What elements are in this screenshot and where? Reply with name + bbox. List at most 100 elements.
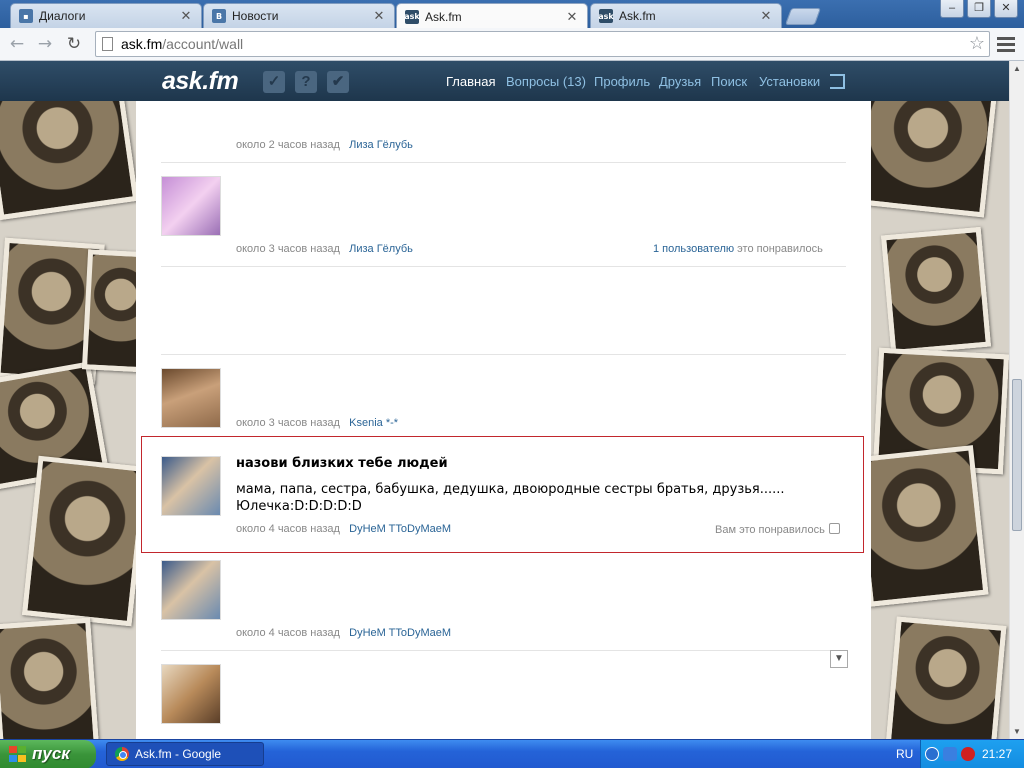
- tab-news[interactable]: B Новости ✕: [203, 3, 395, 28]
- nav-profile[interactable]: Профиль: [594, 74, 650, 89]
- taskbar-item-label: Ask.fm - Google Chrome: [135, 747, 222, 761]
- site-header: ask.fm ✓ ? ✔ Главная Вопросы (13) Профил…: [0, 61, 1009, 101]
- url-path: /account/wall: [162, 36, 244, 52]
- tab-title: Диалоги: [39, 9, 86, 23]
- answer-time: около 3 часов назад: [236, 243, 340, 255]
- avatar[interactable]: [161, 560, 221, 620]
- collage-photo: [885, 616, 1007, 739]
- answer-text-line2: Юлечка:D:D:D:D:D: [236, 499, 362, 514]
- likes-text: это понравилось: [734, 243, 823, 255]
- forward-arrow-icon[interactable]: →: [34, 33, 56, 55]
- tab-askfm[interactable]: ask Ask.fm ✕: [590, 3, 782, 28]
- scroll-up-icon[interactable]: ▲: [1010, 61, 1024, 76]
- avatar[interactable]: [161, 664, 221, 724]
- logo-text-end: fm: [208, 67, 239, 95]
- network-icon[interactable]: [943, 747, 957, 761]
- askfm-favicon-icon: ask: [598, 9, 614, 23]
- nav-friends[interactable]: Друзья: [659, 74, 701, 89]
- collage-photo: [871, 101, 998, 218]
- start-button[interactable]: пуск: [0, 740, 96, 768]
- background-collage-right: [871, 101, 1009, 739]
- tab-dialogs[interactable]: ▪ Диалоги ✕: [10, 3, 202, 28]
- page-scrollbar[interactable]: ▲ ▼: [1009, 61, 1024, 739]
- nav-home[interactable]: Главная: [446, 74, 495, 89]
- answer-text: мама, папа, сестра, бабушка, дедушка, дв…: [236, 482, 785, 497]
- antivirus-icon[interactable]: [961, 747, 975, 761]
- window-controls: – ❐ ✕: [940, 0, 1018, 18]
- answer-time: около 3 часов назад: [236, 417, 340, 429]
- back-arrow-icon[interactable]: ←: [6, 33, 28, 55]
- collage-photo: [21, 455, 136, 627]
- maximize-icon[interactable]: ❐: [967, 0, 991, 18]
- language-indicator[interactable]: RU: [896, 747, 913, 761]
- minimize-icon[interactable]: –: [940, 0, 964, 18]
- tab-title: Ask.fm: [425, 9, 462, 24]
- answer-time: около 4 часов назад: [236, 627, 340, 639]
- clock: 21:27: [982, 747, 1013, 761]
- close-tab-icon[interactable]: ✕: [372, 8, 386, 24]
- question-icon[interactable]: ?: [295, 71, 317, 93]
- close-tab-icon[interactable]: ✕: [565, 9, 579, 25]
- reload-icon[interactable]: ↻: [63, 33, 85, 55]
- answer-time: около 2 часов назад: [236, 139, 340, 151]
- wall-feed: около 2 часов назад Лиза Гёлубь около 3 …: [136, 101, 871, 739]
- browser-tab-strip: ▪ Диалоги ✕ B Новости ✕ ask Ask.fm ✕ ask…: [0, 0, 1024, 29]
- vk-chat-icon: ▪: [19, 9, 33, 23]
- answer-icon[interactable]: ✔: [327, 71, 349, 93]
- likes-users-link[interactable]: 1 пользователю: [653, 243, 734, 255]
- answer-meta: около 3 часов назад Ksenia *-*: [236, 417, 398, 429]
- thumbs-up-icon[interactable]: ✓: [263, 71, 285, 93]
- scroll-thumb[interactable]: [1012, 379, 1022, 531]
- author-link[interactable]: DyHeM TToDyMaeM: [349, 523, 451, 535]
- likes-info: Вам это понравилось: [715, 523, 840, 536]
- tab-title: Новости: [232, 9, 279, 23]
- close-tab-icon[interactable]: ✕: [179, 8, 193, 24]
- like-thumb-icon[interactable]: [828, 523, 840, 534]
- answer-meta: около 4 часов назад DyHeM TToDyMaeM: [236, 523, 451, 535]
- bookmark-star-icon[interactable]: ☆: [969, 33, 985, 54]
- answer-meta: около 3 часов назад Лиза Гёлубь: [236, 243, 413, 255]
- start-label: пуск: [32, 744, 70, 763]
- tab-title: Ask.fm: [619, 9, 656, 23]
- author-link[interactable]: Ksenia *-*: [349, 417, 398, 429]
- answer-meta: около 4 часов назад DyHeM TToDyMaeM: [236, 627, 451, 639]
- close-tab-icon[interactable]: ✕: [759, 8, 773, 24]
- windows-flag-icon: [9, 746, 27, 763]
- tab-askfm-active[interactable]: ask Ask.fm ✕: [396, 3, 588, 29]
- page-icon: [102, 37, 113, 51]
- likes-text: Вам это понравилось: [715, 524, 825, 536]
- tray-arrow-icon[interactable]: [925, 747, 939, 761]
- author-link[interactable]: Лиза Гёлубь: [349, 243, 413, 255]
- chrome-icon: [115, 747, 129, 761]
- new-tab-button[interactable]: [784, 8, 822, 25]
- collage-photo: [0, 617, 100, 739]
- nav-questions[interactable]: Вопросы (13): [506, 74, 586, 89]
- logout-icon[interactable]: [830, 74, 845, 89]
- avatar[interactable]: [161, 176, 221, 236]
- close-window-icon[interactable]: ✕: [994, 0, 1018, 18]
- author-link[interactable]: DyHeM TToDyMaeM: [349, 627, 451, 639]
- feed-divider: [161, 266, 846, 267]
- logo-text: ask: [162, 67, 203, 95]
- avatar[interactable]: [161, 368, 221, 428]
- avatar[interactable]: [161, 456, 221, 516]
- taskbar-item-chrome[interactable]: Ask.fm - Google Chrome: [106, 742, 264, 766]
- collage-photo: [81, 249, 136, 373]
- scroll-down-icon[interactable]: ▼: [1010, 724, 1024, 739]
- collage-photo: [871, 445, 989, 607]
- feed-divider: [161, 162, 846, 163]
- address-bar[interactable]: ask.fm /account/wall ☆: [95, 31, 990, 57]
- vk-icon: B: [212, 9, 226, 23]
- chevron-down-icon[interactable]: ▼: [830, 650, 848, 668]
- url-host: ask.fm: [121, 36, 163, 52]
- author-link[interactable]: Лиза Гёлубь: [349, 139, 413, 151]
- nav-settings[interactable]: Установки: [759, 74, 820, 89]
- likes-info: 1 пользователю это понравилось: [653, 243, 823, 255]
- nav-search[interactable]: Поиск: [711, 74, 747, 89]
- answer-time: около 4 часов назад: [236, 523, 340, 535]
- feed-divider: [161, 354, 846, 355]
- answer-meta: около 2 часов назад Лиза Гёлубь: [236, 139, 413, 151]
- chrome-menu-icon[interactable]: [997, 34, 1015, 54]
- askfm-logo[interactable]: ask.fm: [162, 67, 239, 96]
- collage-photo: [0, 101, 136, 221]
